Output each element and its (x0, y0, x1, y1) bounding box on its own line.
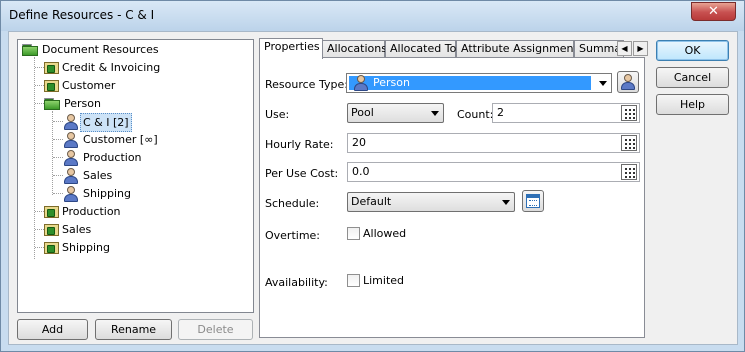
folder-icon (22, 44, 38, 56)
availability-limited-checkbox[interactable] (347, 274, 360, 287)
cancel-button[interactable]: Cancel (656, 67, 729, 88)
dialog-client: Document Resources Credit & Invoicing Cu… (8, 31, 738, 345)
schedule-calendar-button[interactable] (522, 190, 544, 212)
tab-scroll-left-icon[interactable]: ◀ (617, 41, 632, 56)
ok-button[interactable]: OK (656, 40, 729, 61)
rename-button[interactable]: Rename (95, 319, 172, 340)
resource-icon (44, 204, 60, 220)
resource-icon (44, 222, 60, 238)
title-bar: Define Resources - C & I ✕ (1, 1, 744, 31)
chevron-down-icon (431, 111, 439, 116)
resource-icon (44, 60, 60, 76)
availability-limited-label: Limited (363, 274, 405, 287)
dialog-window: Define Resources - C & I ✕ Document Reso… (0, 0, 745, 352)
help-button[interactable]: Help (656, 94, 729, 115)
edit-resource-type-button[interactable] (617, 71, 639, 93)
calculator-icon[interactable] (621, 164, 637, 180)
hourly-rate-label: Hourly Rate: (265, 138, 334, 151)
schedule-label: Schedule: (265, 197, 320, 210)
resource-type-label: Resource Type: (265, 78, 348, 91)
count-field[interactable]: 2 (492, 103, 640, 123)
tab-properties[interactable]: Properties (259, 38, 323, 59)
overtime-allowed-label: Allowed (363, 227, 407, 240)
folder-icon (44, 98, 60, 110)
resource-icon (44, 240, 60, 256)
hourly-rate-field[interactable]: 20 (347, 133, 640, 153)
calculator-icon[interactable] (621, 135, 637, 151)
add-button[interactable]: Add (17, 319, 88, 340)
chevron-down-icon (502, 200, 510, 205)
calendar-icon (526, 194, 540, 208)
resource-type-select[interactable]: Person (346, 73, 612, 93)
person-icon (353, 75, 369, 91)
person-settings-icon (620, 74, 636, 90)
close-button[interactable]: ✕ (691, 2, 736, 21)
per-use-cost-label: Per Use Cost: (265, 167, 339, 180)
calculator-icon[interactable] (621, 105, 637, 121)
use-label: Use: (265, 108, 290, 121)
resource-icon (44, 78, 60, 94)
use-select[interactable]: Pool (347, 103, 444, 123)
person-icon (63, 114, 79, 130)
count-label: Count: (457, 108, 494, 121)
availability-label: Availability: (265, 276, 328, 289)
properties-panel: Resource Type: Person Use: Pool Count: 2… (259, 57, 645, 338)
per-use-cost-field[interactable]: 0.0 (347, 162, 640, 182)
person-icon (63, 150, 79, 166)
overtime-label: Overtime: (265, 229, 321, 242)
window-title: Define Resources - C & I (9, 8, 155, 22)
person-icon (63, 168, 79, 184)
tab-attribute-assignments[interactable]: Attribute Assignments (456, 40, 584, 58)
schedule-select[interactable]: Default (347, 192, 515, 212)
tab-allocated-to[interactable]: Allocated To (385, 40, 456, 58)
resource-tree[interactable]: Document Resources Credit & Invoicing Cu… (17, 39, 254, 313)
tab-scroll-right-icon[interactable]: ▶ (633, 41, 648, 56)
delete-button[interactable]: Delete (178, 319, 253, 340)
chevron-down-icon (599, 81, 607, 86)
overtime-allowed-checkbox[interactable] (347, 227, 360, 240)
person-icon (63, 186, 79, 202)
person-icon (63, 132, 79, 148)
tab-allocations[interactable]: Allocations (322, 40, 387, 58)
